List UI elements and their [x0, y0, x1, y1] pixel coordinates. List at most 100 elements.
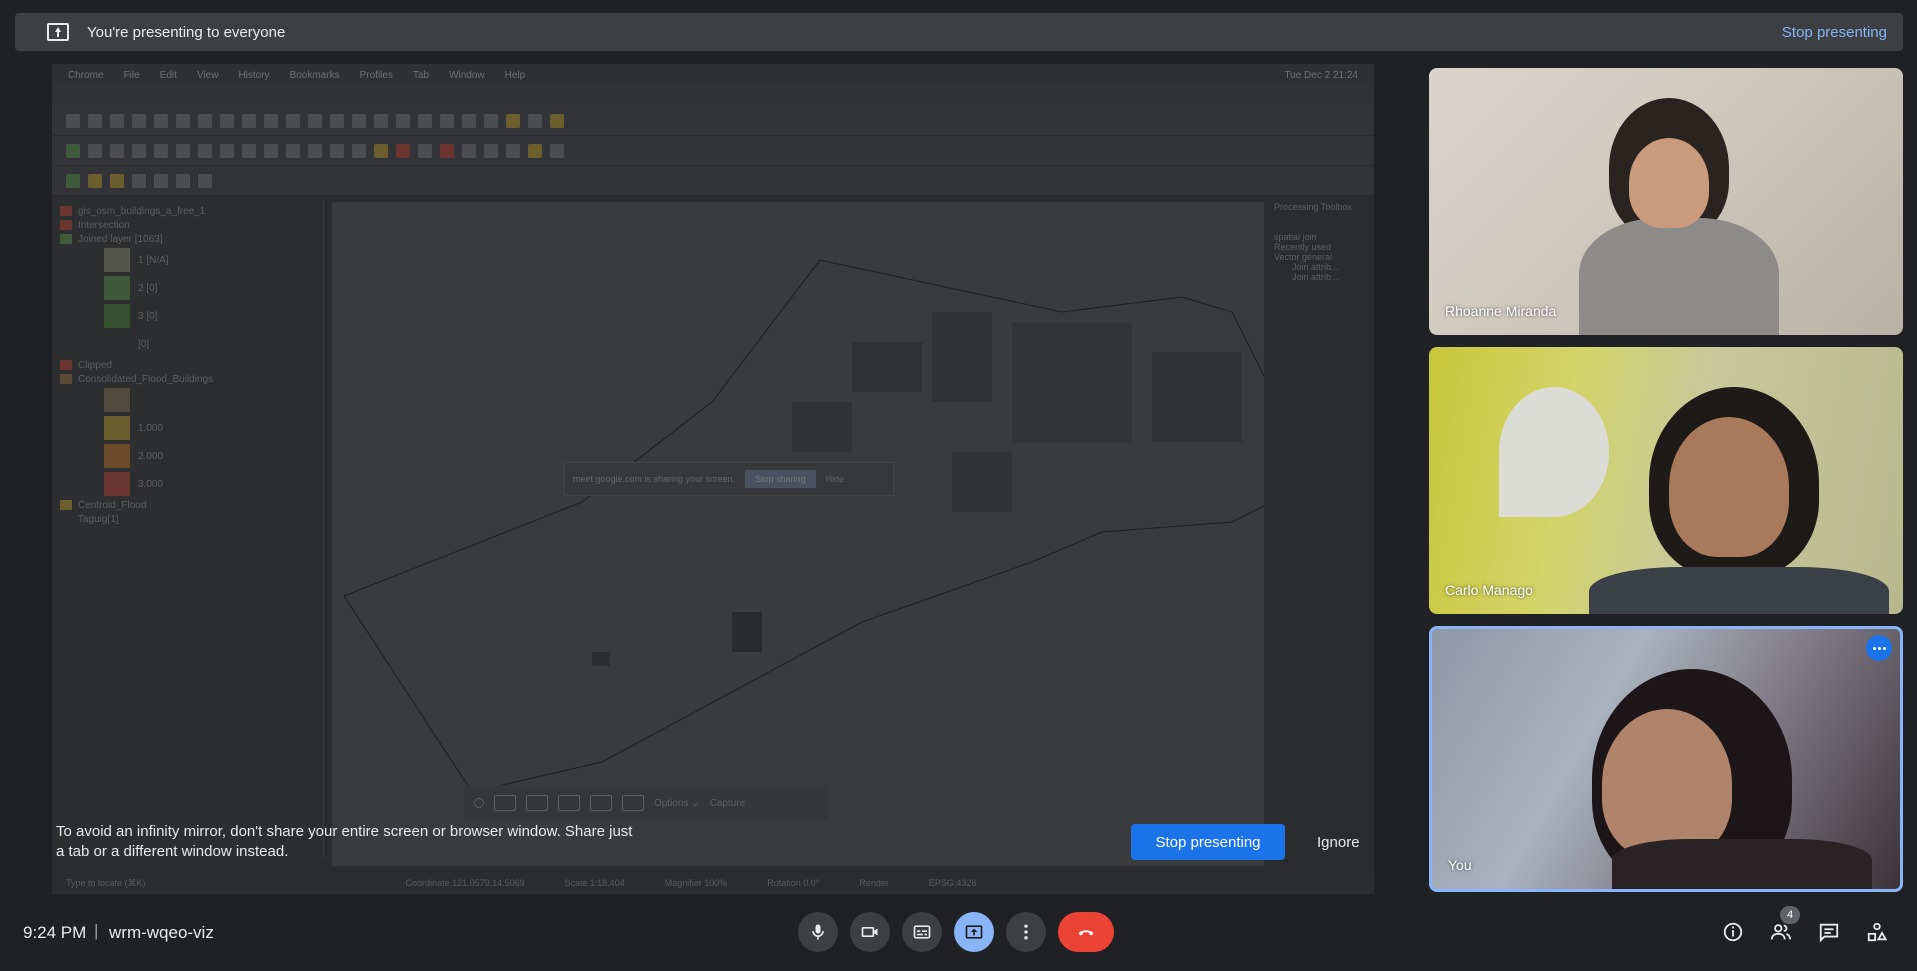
meeting-code: wrm-wqeo-viz: [109, 923, 214, 942]
decoration-heart: [1499, 387, 1609, 517]
people-icon: [1770, 924, 1792, 940]
menu-item: File: [123, 69, 140, 81]
layer-name: gis_osm_buildings_a_free_1: [78, 205, 206, 217]
more-vert-icon: [1024, 924, 1028, 940]
banner-stop-presenting-button[interactable]: Stop presenting: [1782, 24, 1887, 41]
stop-sharing-mini-button: Stop sharing: [745, 470, 816, 488]
sharing-notice-text: meet.google.com is sharing your screen.: [573, 474, 736, 484]
layer-name: Consolidated_Flood_Buildings: [78, 373, 214, 385]
layer-name: Taguig[1]: [78, 513, 119, 525]
ignore-button[interactable]: Ignore: [1305, 824, 1372, 860]
layers-panel: gis_osm_buildings_a_free_1 Intersection …: [52, 198, 324, 858]
activities-icon: [1867, 922, 1888, 942]
layer-name: Clipped: [78, 359, 112, 371]
more-horiz-icon[interactable]: [1866, 635, 1892, 661]
mac-clock: Tue Dec 2 21:24: [1284, 69, 1358, 81]
participant-name: Carlo Manago: [1445, 582, 1533, 598]
participant-name: You: [1448, 857, 1472, 873]
participant-face: [1629, 138, 1709, 228]
legend-label: 2 [0]: [138, 282, 158, 294]
menu-item: View: [196, 69, 219, 81]
captions-icon: [913, 925, 931, 939]
status-text: Coordinate 121.0579,14.5069: [405, 878, 525, 888]
legend-label: 1.000: [138, 422, 164, 434]
menu-item: Chrome: [68, 69, 104, 81]
end-call-icon: [1078, 930, 1094, 936]
meeting-time: 9:24 PM: [23, 923, 87, 942]
status-text: Magnifier 100%: [664, 878, 728, 888]
presenting-message: You're presenting to everyone: [87, 23, 286, 41]
stop-presenting-button[interactable]: Stop presenting: [1131, 824, 1285, 860]
menu-item: Edit: [159, 69, 177, 81]
participant-count-badge: 4: [1780, 906, 1800, 924]
separator: |: [94, 921, 99, 940]
present-button[interactable]: [954, 912, 994, 952]
legend-label: 3 [0]: [138, 310, 158, 322]
panel-text: Vector general: [1274, 252, 1333, 262]
boundary-map: [343, 259, 1278, 793]
panel-text: Processing Toolbox: [1274, 202, 1352, 212]
menu-item: Tab: [412, 69, 430, 81]
activities-button[interactable]: [1865, 920, 1889, 944]
chat-icon: [1819, 923, 1839, 943]
present-to-all-icon: [47, 23, 69, 41]
mic-button[interactable]: [798, 912, 838, 952]
status-text: EPSG:4326: [928, 878, 977, 888]
window-title-strip: [52, 86, 1374, 106]
processing-panel: Processing Toolbox spatial join Recently…: [1270, 198, 1374, 318]
participant-face: [1669, 417, 1789, 557]
present-icon: [965, 925, 983, 939]
menu-item: History: [238, 69, 270, 81]
status-text: Render: [859, 878, 889, 888]
menu-item: Bookmarks: [289, 69, 340, 81]
sharing-notice: meet.google.com is sharing your screen. …: [564, 462, 894, 496]
camera-icon: [861, 927, 878, 937]
qgis-toolbar-3: [52, 166, 1374, 196]
capture-options: Options ⌄: [654, 797, 700, 809]
map-canvas: [332, 202, 1278, 866]
legend-label: 3.000: [138, 478, 164, 490]
chat-button[interactable]: [1817, 920, 1841, 944]
qgis-toolbar-2: [52, 136, 1374, 166]
qgis-statusbar: Type to locate (⌘K) Coordinate 121.0579,…: [52, 872, 1374, 894]
participant-video-body: [1579, 218, 1779, 335]
participant-video-body: [1589, 567, 1889, 614]
meeting-details-button[interactable]: [1721, 920, 1745, 944]
self-view-tile[interactable]: You: [1429, 626, 1903, 892]
screenshot-toolbar: Options ⌄ Capture: [464, 785, 828, 821]
layer-name: Intersection: [78, 219, 130, 231]
menu-item: Help: [504, 69, 526, 81]
captions-button[interactable]: [902, 912, 942, 952]
bottom-bar: 9:24 PM | wrm-wqeo-viz 4: [0, 906, 1917, 971]
legend-label: 1 [N/A]: [138, 254, 169, 266]
panel-text: Join attrib...: [1292, 272, 1339, 282]
participant-face: [1602, 709, 1732, 859]
presenting-banner: You're presenting to everyone Stop prese…: [15, 13, 1903, 51]
more-options-button[interactable]: [1006, 912, 1046, 952]
capture-label: Capture: [709, 797, 746, 809]
camera-button[interactable]: [850, 912, 890, 952]
mac-menubar: Chrome File Edit View History Bookmarks …: [52, 64, 1374, 86]
infinity-mirror-warning: To avoid an infinity mirror, don't share…: [56, 823, 633, 860]
legend-label: [0]: [138, 338, 150, 350]
info-icon: [1723, 922, 1743, 942]
hide-mini-button: Hide: [825, 474, 845, 484]
panel-text: spatial join: [1274, 232, 1317, 242]
participant-video-body: [1612, 839, 1872, 889]
qgis-toolbar-1: [52, 106, 1374, 136]
layer-name: Centroid_Flood: [78, 499, 147, 511]
menu-item: Profiles: [359, 69, 393, 81]
participant-name: Rhoanne Miranda: [1445, 303, 1557, 319]
leave-call-button[interactable]: [1058, 912, 1114, 952]
menu-item: Window: [449, 69, 485, 81]
status-text: Scale 1:18,404: [564, 878, 625, 888]
participant-tile[interactable]: Rhoanne Miranda: [1429, 68, 1903, 335]
participant-tile[interactable]: Carlo Manago: [1429, 347, 1903, 614]
shared-screen-preview: Chrome File Edit View History Bookmarks …: [52, 64, 1374, 894]
status-text: Type to locate (⌘K): [66, 877, 146, 888]
layer-name: Joined layer [1063]: [78, 233, 163, 245]
panel-text: Recently used: [1274, 242, 1332, 252]
mic-icon: [812, 924, 824, 940]
legend-label: 2.000: [138, 450, 164, 462]
status-text: Rotation 0.0°: [767, 878, 820, 888]
